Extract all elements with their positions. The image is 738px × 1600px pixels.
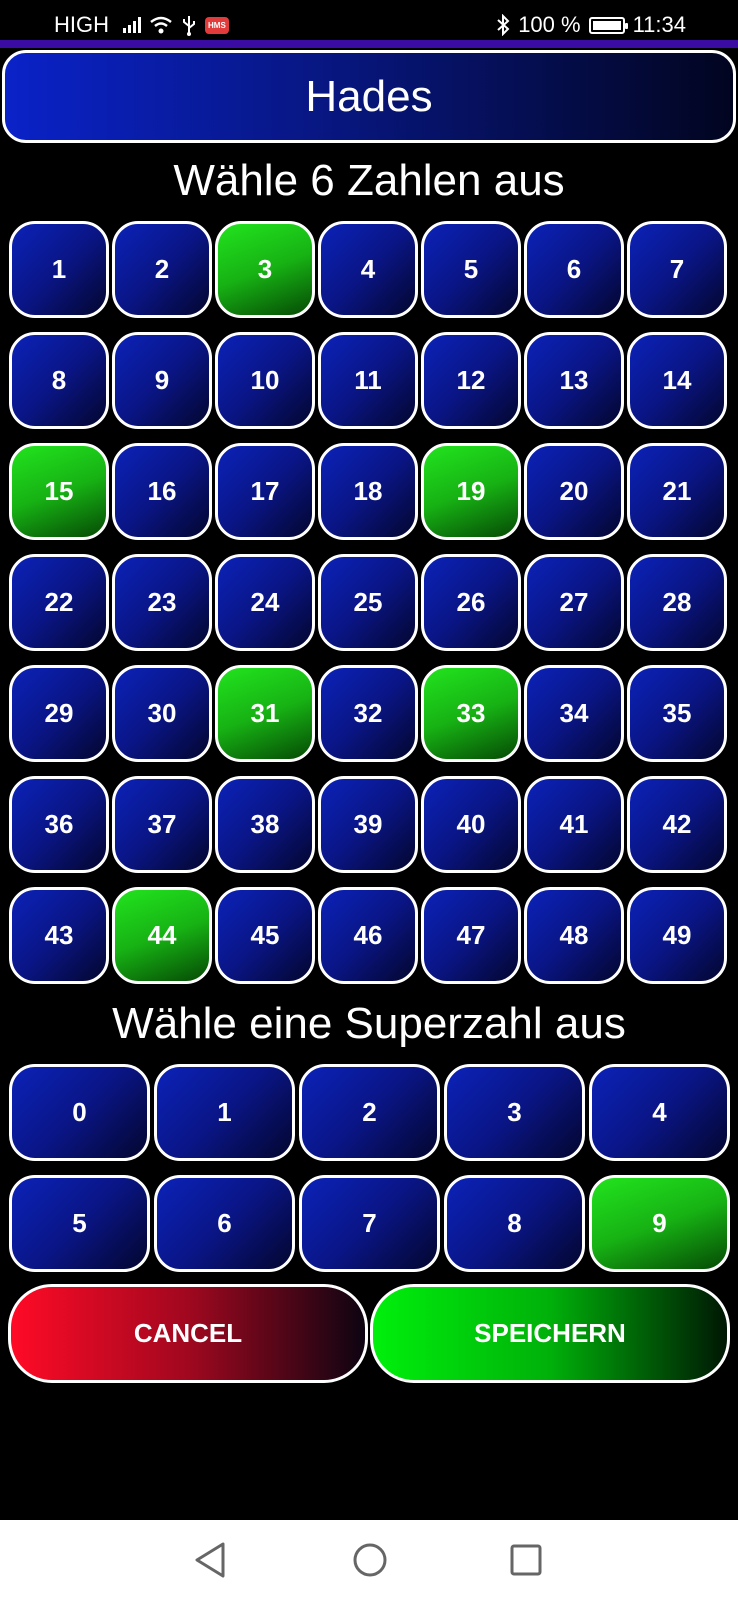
- number-button[interactable]: 25: [318, 554, 418, 651]
- number-button[interactable]: 36: [9, 776, 109, 873]
- superzahl-heading: Wähle eine Superzahl aus: [112, 999, 626, 1048]
- title-bar: Hades: [2, 50, 736, 143]
- back-icon[interactable]: [193, 1540, 227, 1580]
- superzahl-button[interactable]: 9: [589, 1175, 730, 1272]
- number-button[interactable]: 44: [112, 887, 212, 984]
- recents-icon[interactable]: [509, 1540, 543, 1580]
- cancel-button[interactable]: CANCEL: [8, 1284, 368, 1383]
- number-button[interactable]: 8: [9, 332, 109, 429]
- number-button[interactable]: 18: [318, 443, 418, 540]
- number-button[interactable]: 11: [318, 332, 418, 429]
- wifi-icon: [150, 16, 172, 34]
- number-button[interactable]: 16: [112, 443, 212, 540]
- number-button[interactable]: 28: [627, 554, 727, 651]
- number-button[interactable]: 32: [318, 665, 418, 762]
- page-title: Hades: [305, 71, 433, 121]
- number-button[interactable]: 30: [112, 665, 212, 762]
- superzahl-button[interactable]: 7: [299, 1175, 440, 1272]
- number-button[interactable]: 6: [524, 221, 624, 318]
- number-button[interactable]: 49: [627, 887, 727, 984]
- number-button[interactable]: 27: [524, 554, 624, 651]
- number-button[interactable]: 39: [318, 776, 418, 873]
- number-button[interactable]: 47: [421, 887, 521, 984]
- number-button[interactable]: 15: [9, 443, 109, 540]
- number-button[interactable]: 5: [421, 221, 521, 318]
- superzahl-button[interactable]: 1: [154, 1064, 295, 1161]
- signal-icon: [123, 17, 141, 33]
- number-button[interactable]: 43: [9, 887, 109, 984]
- status-right: 100 % 11:34: [496, 12, 686, 38]
- number-button[interactable]: 17: [215, 443, 315, 540]
- number-button[interactable]: 23: [112, 554, 212, 651]
- number-button[interactable]: 9: [112, 332, 212, 429]
- number-button[interactable]: 45: [215, 887, 315, 984]
- number-button[interactable]: 34: [524, 665, 624, 762]
- number-button[interactable]: 1: [9, 221, 109, 318]
- number-button[interactable]: 35: [627, 665, 727, 762]
- accent-line: [0, 40, 738, 48]
- number-button[interactable]: 22: [9, 554, 109, 651]
- number-button[interactable]: 7: [627, 221, 727, 318]
- hms-icon: HMS: [205, 16, 229, 34]
- number-button[interactable]: 13: [524, 332, 624, 429]
- superzahl-button[interactable]: 0: [9, 1064, 150, 1161]
- usb-icon: [183, 16, 195, 36]
- number-button[interactable]: 20: [524, 443, 624, 540]
- clock: 11:34: [632, 12, 686, 37]
- superzahl-button[interactable]: 8: [444, 1175, 585, 1272]
- network-label: HIGH: [54, 12, 109, 37]
- number-button[interactable]: 42: [627, 776, 727, 873]
- number-button[interactable]: 38: [215, 776, 315, 873]
- number-button[interactable]: 14: [627, 332, 727, 429]
- number-button[interactable]: 21: [627, 443, 727, 540]
- bluetooth-icon: [497, 14, 510, 36]
- number-button[interactable]: 26: [421, 554, 521, 651]
- superzahl-button[interactable]: 5: [9, 1175, 150, 1272]
- number-button[interactable]: 19: [421, 443, 521, 540]
- number-button[interactable]: 40: [421, 776, 521, 873]
- number-button[interactable]: 2: [112, 221, 212, 318]
- number-button[interactable]: 41: [524, 776, 624, 873]
- number-button[interactable]: 29: [9, 665, 109, 762]
- battery-percent: 100 %: [518, 12, 581, 37]
- number-button[interactable]: 24: [215, 554, 315, 651]
- number-button[interactable]: 12: [421, 332, 521, 429]
- home-icon[interactable]: [351, 1540, 389, 1580]
- number-button[interactable]: 46: [318, 887, 418, 984]
- number-button[interactable]: 4: [318, 221, 418, 318]
- superzahl-button[interactable]: 6: [154, 1175, 295, 1272]
- status-left: HIGH HMS: [54, 12, 229, 38]
- number-button[interactable]: 3: [215, 221, 315, 318]
- battery-icon: [588, 16, 628, 34]
- number-button[interactable]: 48: [524, 887, 624, 984]
- status-bar: HIGH HMS 100 % 11:34: [0, 0, 738, 40]
- number-button[interactable]: 33: [421, 665, 521, 762]
- superzahl-button[interactable]: 4: [589, 1064, 730, 1161]
- number-button[interactable]: 10: [215, 332, 315, 429]
- number-button[interactable]: 37: [112, 776, 212, 873]
- superzahl-button[interactable]: 2: [299, 1064, 440, 1161]
- main-numbers-heading: Wähle 6 Zahlen aus: [173, 156, 565, 205]
- superzahl-button[interactable]: 3: [444, 1064, 585, 1161]
- number-button[interactable]: 31: [215, 665, 315, 762]
- save-button[interactable]: SPEICHERN: [370, 1284, 730, 1383]
